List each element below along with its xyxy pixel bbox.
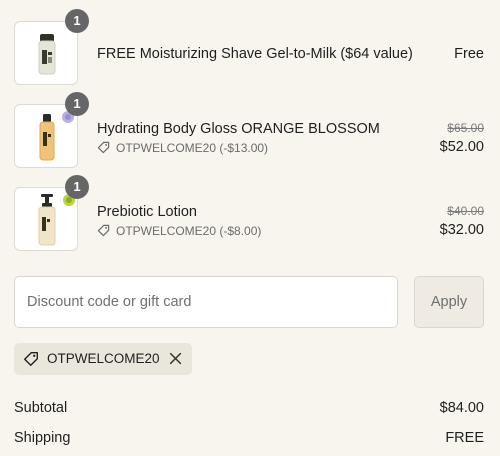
- product-name: Prebiotic Lotion: [97, 204, 197, 220]
- applied-code-text: OTPWELCOME20: [47, 351, 160, 366]
- shipping-label: Shipping: [14, 430, 71, 446]
- original-price: $40.00: [447, 204, 484, 218]
- product-price: Free: [454, 46, 484, 62]
- discount-text: OTPWELCOME20 (-$13.00): [116, 141, 269, 155]
- subtotal-value: $84.00: [439, 400, 484, 416]
- product-name: Hydrating Body Gloss ORANGE BLOSSOM: [97, 121, 380, 137]
- product-price: $52.00: [439, 139, 484, 155]
- line-item: 1 Prebiotic Lotion OTPWELCOME20 (-$8.00)…: [14, 175, 486, 253]
- discount-text: OTPWELCOME20 (-$8.00): [116, 224, 262, 238]
- lotion-pump-bottle-icon: [38, 194, 75, 246]
- product-name: FREE Moisturizing Shave Gel-to-Milk ($64…: [97, 46, 413, 62]
- discount-line: OTPWELCOME20 (-$8.00): [97, 224, 261, 238]
- tag-icon: [97, 224, 110, 237]
- quantity-badge: 1: [65, 9, 89, 33]
- quantity-badge: 1: [65, 175, 89, 199]
- line-item: 1 Hydrating Body Gloss ORANGE BLOSSOM OT…: [14, 92, 486, 170]
- tag-icon: [24, 352, 38, 366]
- discount-code-input[interactable]: [14, 276, 398, 328]
- discount-line: OTPWELCOME20 (-$13.00): [97, 141, 268, 155]
- product-image: [14, 187, 78, 251]
- apply-button[interactable]: Apply: [414, 276, 484, 328]
- tag-icon: [97, 141, 110, 154]
- quantity-badge: 1: [65, 92, 89, 116]
- line-item: 1 FREE Moisturizing Shave Gel-to-Milk ($…: [14, 9, 486, 87]
- product-image: [14, 21, 78, 85]
- original-price: $65.00: [447, 121, 484, 135]
- body-gloss-bottle-icon: [39, 111, 74, 161]
- subtotal-label: Subtotal: [14, 400, 68, 416]
- product-image: [14, 104, 78, 168]
- product-price: $32.00: [439, 222, 484, 238]
- applied-discount-chip: OTPWELCOME20: [14, 343, 192, 375]
- shave-gel-bottle-icon: [38, 34, 56, 75]
- shipping-value: FREE: [445, 430, 484, 446]
- close-icon[interactable]: [169, 352, 182, 365]
